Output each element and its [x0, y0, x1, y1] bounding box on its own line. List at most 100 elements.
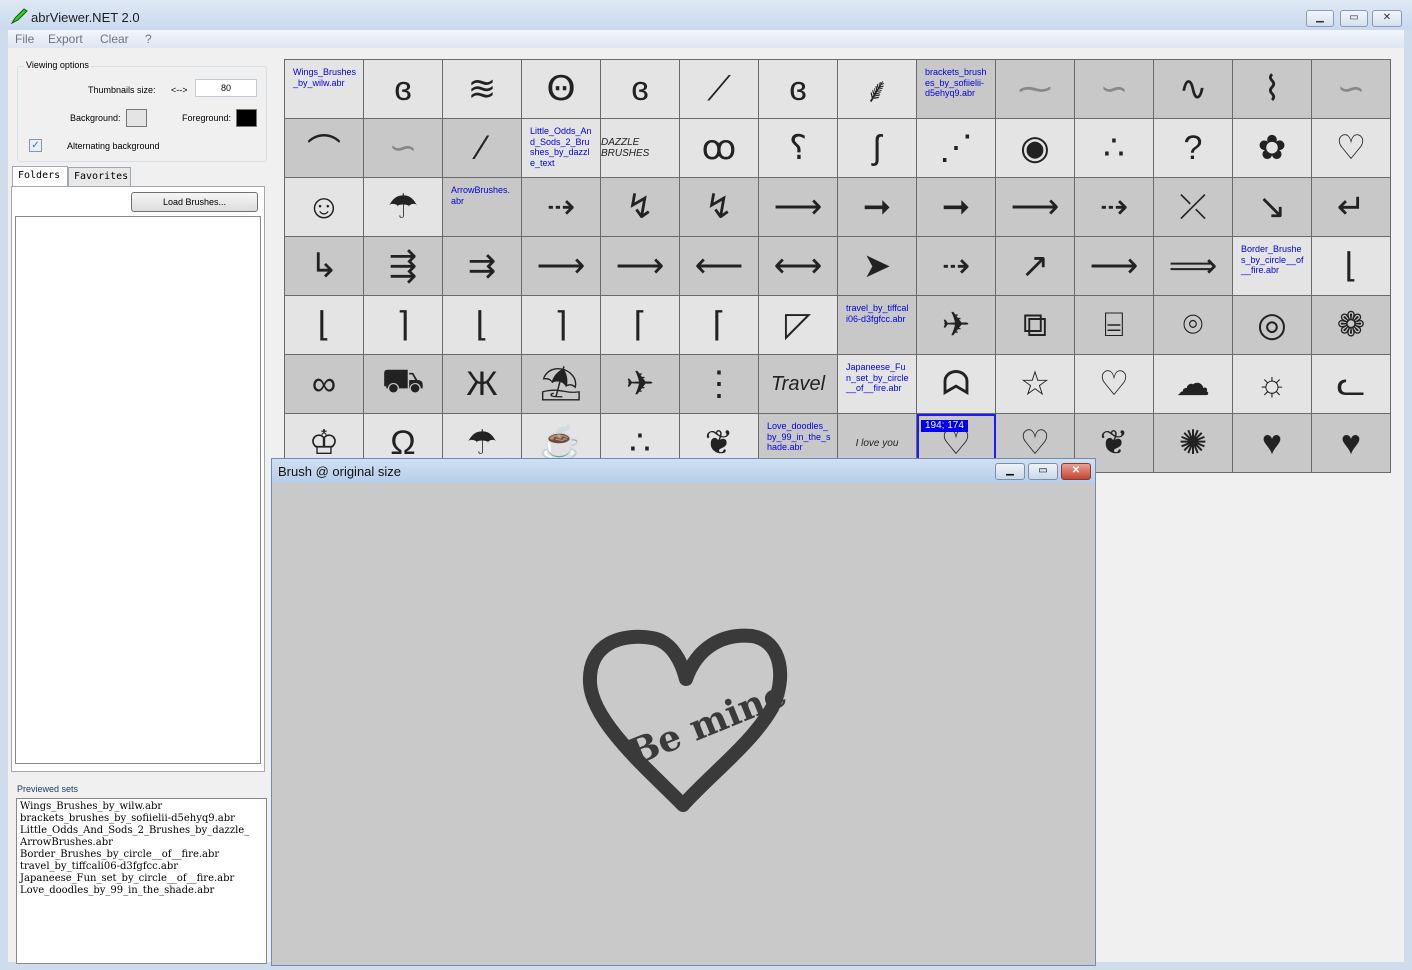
brush-thumbnail[interactable]: ➞: [917, 178, 996, 237]
brush-thumbnail[interactable]: ♡: [1075, 355, 1154, 414]
brush-thumbnail[interactable]: ∿: [1154, 60, 1233, 119]
menu-clear[interactable]: Clear: [100, 32, 129, 46]
brush-thumbnail[interactable]: ʃ: [838, 119, 917, 178]
load-brushes-button[interactable]: Load Brushes...: [131, 192, 258, 212]
preview-minimize-button[interactable]: ▁: [995, 463, 1025, 480]
brush-thumbnail[interactable]: ⌾: [1154, 296, 1233, 355]
brush-thumbnail[interactable]: ↵: [1312, 178, 1391, 237]
brush-thumbnail[interactable]: ↘: [1233, 178, 1312, 237]
brush-thumbnail[interactable]: ⸙: [838, 60, 917, 119]
brush-thumbnail[interactable]: ✺: [1154, 414, 1233, 473]
brush-thumbnail[interactable]: ❁: [1312, 296, 1391, 355]
brush-thumbnail[interactable]: ⛟: [364, 355, 443, 414]
previewed-set-item[interactable]: Love_doodles_by_99_in_the_shade.abr: [20, 885, 263, 897]
brush-thumbnail[interactable]: ᗣ: [917, 355, 996, 414]
previewed-set-item[interactable]: brackets_brushes_by_sofiielii-d5ehyq9.ab…: [20, 813, 263, 825]
background-color-swatch[interactable]: [126, 109, 147, 127]
brush-thumbnail[interactable]: ⟶: [1075, 237, 1154, 296]
brush-thumbnail[interactable]: Ꙫ: [522, 60, 601, 119]
brush-thumbnail[interactable]: ♥: [1312, 414, 1391, 473]
brush-thumbnail[interactable]: ⌒: [285, 119, 364, 178]
previewed-set-item[interactable]: Wings_Brushes_by_wilw.abr: [20, 801, 263, 813]
foreground-color-swatch[interactable]: [236, 109, 257, 127]
brush-thumbnail[interactable]: ⋰: [917, 119, 996, 178]
alternating-background-checkbox[interactable]: ✓: [29, 139, 42, 152]
menu-export[interactable]: Export: [48, 32, 83, 46]
brush-thumbnail[interactable]: ⟶: [601, 237, 680, 296]
brush-thumbnail[interactable]: ⌈: [680, 296, 759, 355]
brush-thumbnail[interactable]: ⇶: [364, 237, 443, 296]
minimize-button[interactable]: ▁: [1306, 10, 1334, 27]
brush-thumbnail[interactable]: ⇢: [1075, 178, 1154, 237]
brush-thumbnail[interactable]: Travel: [759, 355, 838, 414]
brush-set-label[interactable]: Border_Brushes_by_circle__of__fire.abr: [1233, 237, 1312, 296]
previewed-set-item[interactable]: Japaneese_Fun_set_by_circle__of__fire.ab…: [20, 873, 263, 885]
preview-close-button[interactable]: ✕: [1061, 463, 1091, 480]
brush-thumbnail[interactable]: ↯: [601, 178, 680, 237]
previewed-set-item[interactable]: Little_Odds_And_Sods_2_Brushes_by_dazzle…: [20, 825, 263, 837]
brush-thumbnail[interactable]: ☁: [1154, 355, 1233, 414]
brush-thumbnail[interactable]: Ж: [443, 355, 522, 414]
brush-thumbnail[interactable]: ⟹: [1154, 237, 1233, 296]
folder-list[interactable]: [15, 216, 261, 764]
brush-set-label[interactable]: Wings_Brushes_by_wilw.abr: [285, 60, 364, 119]
brush-thumbnail[interactable]: ☺: [285, 178, 364, 237]
previewed-sets-list[interactable]: Wings_Brushes_by_wilw.abr brackets_brushe…: [16, 798, 267, 964]
brush-thumbnail[interactable]: ⁄: [443, 119, 522, 178]
close-button[interactable]: ✕: [1372, 10, 1402, 27]
brush-thumbnail[interactable]: ↳: [285, 237, 364, 296]
brush-thumbnail[interactable]: ➤: [838, 237, 917, 296]
brush-thumbnail[interactable]: ∽: [1312, 60, 1391, 119]
brush-thumbnail[interactable]: ∽: [364, 119, 443, 178]
brush-thumbnail[interactable]: ➞: [838, 178, 917, 237]
brush-thumbnail[interactable]: ∴: [1075, 119, 1154, 178]
brush-thumbnail[interactable]: ⁓: [996, 60, 1075, 119]
brush-thumbnail[interactable]: DAZZLE BRUSHES: [601, 119, 680, 178]
brush-thumbnail[interactable]: ⇢: [917, 237, 996, 296]
brush-thumbnail[interactable]: ⟷: [759, 237, 838, 296]
brush-thumbnail[interactable]: ⟶: [759, 178, 838, 237]
brush-thumbnail[interactable]: ⛱: [522, 355, 601, 414]
brush-thumbnail[interactable]: ⟶: [522, 237, 601, 296]
brush-thumbnail[interactable]: ⟵: [680, 237, 759, 296]
brush-thumbnail[interactable]: ⤫: [1154, 178, 1233, 237]
brush-thumbnail[interactable]: ꝏ: [680, 119, 759, 178]
brush-thumbnail[interactable]: ✿: [1233, 119, 1312, 178]
brush-set-label[interactable]: Little_Odds_And_Sods_2_Brushes_by_dazzle…: [522, 119, 601, 178]
thumbnail-size-input[interactable]: 80: [195, 79, 257, 97]
brush-thumbnail[interactable]: ↯: [680, 178, 759, 237]
brush-thumbnail[interactable]: ∞: [285, 355, 364, 414]
brush-thumbnail[interactable]: ⌈: [601, 296, 680, 355]
brush-thumbnail[interactable]: ⸮: [759, 119, 838, 178]
menu-help[interactable]: ?: [145, 32, 152, 46]
brush-set-label[interactable]: travel_by_tiffcali06-d3fgfcc.abr: [838, 296, 917, 355]
brush-thumbnail[interactable]: ≋: [443, 60, 522, 119]
brush-thumbnail[interactable]: ⌊: [443, 296, 522, 355]
brush-thumbnail[interactable]: ♡: [1312, 119, 1391, 178]
brush-thumbnail[interactable]: ⌊: [285, 296, 364, 355]
brush-thumbnail[interactable]: ◎: [1233, 296, 1312, 355]
brush-thumbnail[interactable]: ✈: [917, 296, 996, 355]
previewed-set-item[interactable]: ArrowBrushes.abr: [20, 837, 263, 849]
brush-set-label[interactable]: brackets_brushes_by_sofiielii-d5ehyq9.ab…: [917, 60, 996, 119]
brush-thumbnail[interactable]: ⌊: [1312, 237, 1391, 296]
brush-thumbnail[interactable]: ɞ: [364, 60, 443, 119]
brush-thumbnail[interactable]: ☆: [996, 355, 1075, 414]
brush-thumbnail[interactable]: ↗: [996, 237, 1075, 296]
brush-thumbnail[interactable]: ⇢: [522, 178, 601, 237]
brush-thumbnail[interactable]: ?: [1154, 119, 1233, 178]
brush-thumbnail[interactable]: ɞ: [601, 60, 680, 119]
brush-thumbnail[interactable]: ☼: [1233, 355, 1312, 414]
brush-thumbnail[interactable]: ⌉: [522, 296, 601, 355]
brush-thumbnail[interactable]: ∽: [1075, 60, 1154, 119]
brush-thumbnail[interactable]: ◉: [996, 119, 1075, 178]
brush-thumbnail[interactable]: ɞ: [759, 60, 838, 119]
menu-file[interactable]: File: [15, 32, 34, 46]
brush-set-label[interactable]: Japaneese_Fun_set_by_circle__of__fire.ab…: [838, 355, 917, 414]
brush-thumbnail[interactable]: ⟶: [996, 178, 1075, 237]
brush-thumbnail[interactable]: ᓚ: [1312, 355, 1391, 414]
brush-set-label[interactable]: ArrowBrushes.abr: [443, 178, 522, 237]
brush-thumbnail[interactable]: ⌉: [364, 296, 443, 355]
brush-thumbnail[interactable]: ♥: [1233, 414, 1312, 473]
maximize-button[interactable]: ▭: [1340, 10, 1368, 27]
